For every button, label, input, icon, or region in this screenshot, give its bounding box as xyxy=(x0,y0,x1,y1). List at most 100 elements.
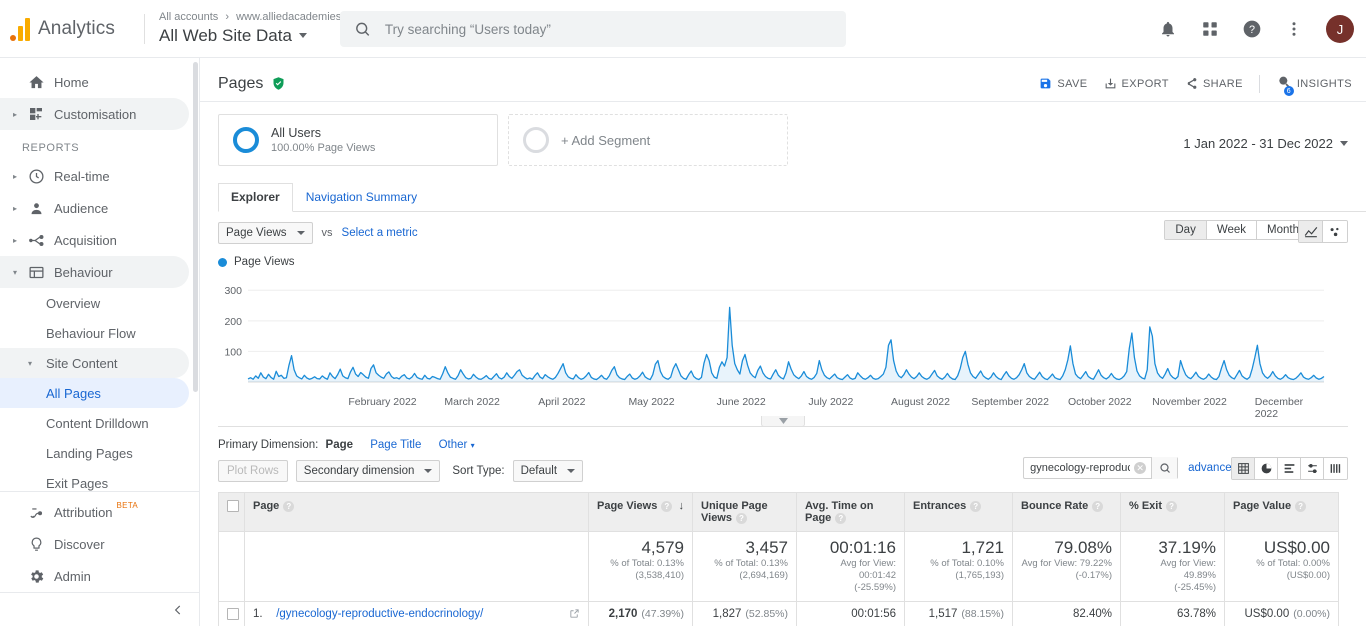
column-unique-page-views[interactable]: Unique Page Views? xyxy=(692,492,797,532)
share-button[interactable]: SHARE xyxy=(1185,77,1243,90)
sidebar-item-site-content[interactable]: ▾ Site Content xyxy=(0,348,189,378)
analytics-logo[interactable]: Analytics xyxy=(0,17,140,41)
pivot-view-icon[interactable] xyxy=(1324,458,1347,479)
dimension-page[interactable]: Page xyxy=(326,439,354,451)
insights-label: INSIGHTS xyxy=(1296,77,1352,90)
granularity-week[interactable]: Week xyxy=(1206,221,1258,239)
export-button[interactable]: EXPORT xyxy=(1104,77,1169,90)
sort-type-selector[interactable]: Default xyxy=(512,460,584,482)
account-selector[interactable]: All accounts › www.alliedacademies.o... … xyxy=(159,11,360,46)
sort-type-label: Sort Type: xyxy=(452,465,505,477)
sidebar-collapse-button[interactable] xyxy=(0,592,199,626)
sidebar-item-attribution[interactable]: Attribution BETA xyxy=(0,496,189,528)
chevron-right-icon[interactable]: ▸ xyxy=(8,172,22,181)
sidebar-item-landing-pages[interactable]: Landing Pages xyxy=(0,438,189,468)
table-row[interactable]: 1. /gynecology-reproductive-endocrinolog… xyxy=(218,600,1339,626)
insights-button[interactable]: 6 INSIGHTS xyxy=(1276,74,1352,96)
column-page[interactable]: Page? xyxy=(244,492,589,532)
tab-explorer[interactable]: Explorer xyxy=(218,183,293,212)
sidebar-item-audience[interactable]: ▸ Audience xyxy=(0,192,189,224)
granularity-day[interactable]: Day xyxy=(1165,221,1207,239)
sidebar-item-exit-pages[interactable]: Exit Pages xyxy=(0,468,189,491)
search-input[interactable] xyxy=(384,21,832,37)
column-bounce-rate[interactable]: Bounce Rate? xyxy=(1012,492,1121,532)
close-icon[interactable]: ✕ xyxy=(1134,462,1147,474)
sidebar-item-overview[interactable]: Overview xyxy=(0,288,189,318)
column-entrances[interactable]: Entrances? xyxy=(904,492,1013,532)
column-avg-time-on-page[interactable]: Avg. Time on Page? xyxy=(796,492,905,532)
sidebar-item-discover[interactable]: Discover xyxy=(0,528,189,560)
table-view-icon[interactable] xyxy=(1232,458,1255,479)
sidebar-item-all-pages[interactable]: All Pages xyxy=(0,378,189,408)
more-vert-icon[interactable] xyxy=(1282,17,1306,41)
sidebar-item-acquisition[interactable]: ▸ Acquisition xyxy=(0,224,189,256)
row-checkbox[interactable] xyxy=(227,607,239,620)
date-range-picker[interactable]: 1 Jan 2022 - 31 Dec 2022 xyxy=(1183,136,1348,151)
row-exit-percent: 63.78% xyxy=(1120,600,1225,626)
chevron-right-icon[interactable]: ▸ xyxy=(8,236,22,245)
scatter-chart-icon[interactable] xyxy=(1323,221,1347,242)
x-tick-label: April 2022 xyxy=(538,396,586,408)
metric-selector[interactable]: Page Views xyxy=(218,222,313,244)
table-search-input[interactable] xyxy=(1024,462,1135,474)
table-search-box[interactable]: ✕ xyxy=(1023,457,1179,479)
select-all-checkbox[interactable] xyxy=(227,500,239,512)
select-metric-link[interactable]: Select a metric xyxy=(342,227,418,239)
avatar[interactable]: J xyxy=(1326,15,1354,43)
bell-icon[interactable] xyxy=(1156,17,1180,41)
chart-expand-handle[interactable] xyxy=(761,416,805,427)
svg-text:200: 200 xyxy=(224,316,242,328)
sidebar-item-behaviour-flow[interactable]: Behaviour Flow xyxy=(0,318,189,348)
save-icon xyxy=(1040,78,1051,89)
row-page-link[interactable]: /gynecology-reproductive-endocrinology/ xyxy=(276,608,483,620)
sidebar-item-label: Acquisition xyxy=(54,232,117,248)
dimension-other[interactable]: Other ▾ xyxy=(439,439,475,451)
segment-all-users[interactable]: All Users 100.00% Page Views xyxy=(218,114,498,166)
select-all-cell[interactable] xyxy=(218,492,245,532)
sidebar-item-admin[interactable]: Admin xyxy=(0,560,189,592)
help-icon[interactable]: ? xyxy=(1240,17,1264,41)
plot-rows-button[interactable]: Plot Rows xyxy=(218,460,288,482)
apps-grid-icon[interactable] xyxy=(1198,17,1222,41)
sidebar-item-home[interactable]: Home xyxy=(0,66,189,98)
help-icon[interactable]: ? xyxy=(1295,500,1307,512)
sidebar-item-real-time[interactable]: ▸ Real-time xyxy=(0,160,189,192)
help-icon[interactable]: ? xyxy=(1166,500,1178,512)
performance-view-icon[interactable] xyxy=(1278,458,1301,479)
chevron-down-icon[interactable]: ▾ xyxy=(8,268,22,277)
chart-type-group xyxy=(1298,220,1348,243)
sidebar-scrollbar[interactable] xyxy=(193,62,198,392)
chevron-down-icon[interactable]: ▾ xyxy=(28,359,42,368)
tab-navigation-summary[interactable]: Navigation Summary xyxy=(293,183,430,212)
column-exit-percent[interactable]: % Exit? xyxy=(1120,492,1225,532)
summary-page-cell xyxy=(244,531,589,602)
dimension-page-title[interactable]: Page Title xyxy=(370,439,421,451)
search-icon[interactable] xyxy=(1151,457,1178,479)
help-icon[interactable]: ? xyxy=(1092,500,1104,512)
add-segment-button[interactable]: + Add Segment xyxy=(508,114,788,166)
sidebar-item-content-drilldown[interactable]: Content Drilldown xyxy=(0,408,189,438)
sidebar-item-label: Discover xyxy=(54,536,105,552)
sidebar-item-behaviour[interactable]: ▾ Behaviour xyxy=(0,256,189,288)
sidebar-item-label: Customisation xyxy=(54,106,137,122)
view-title[interactable]: All Web Site Data xyxy=(159,25,360,46)
chevron-right-icon[interactable]: ▸ xyxy=(8,110,22,119)
line-chart-icon[interactable] xyxy=(1299,221,1323,242)
help-icon[interactable]: ? xyxy=(283,500,295,512)
save-button[interactable]: SAVE xyxy=(1039,77,1087,90)
column-page-views[interactable]: ↓ Page Views? xyxy=(588,492,693,532)
sidebar-item-customisation[interactable]: ▸ Customisation xyxy=(0,98,189,130)
help-icon[interactable]: ? xyxy=(661,500,673,512)
help-icon[interactable]: ? xyxy=(736,512,747,524)
page-views-chart[interactable]: 100 200 300 xyxy=(218,274,1328,396)
pie-view-icon[interactable] xyxy=(1255,458,1278,479)
help-icon[interactable]: ? xyxy=(970,500,982,512)
global-search[interactable] xyxy=(340,11,846,47)
row-checkbox-cell[interactable] xyxy=(218,600,245,626)
comparison-view-icon[interactable] xyxy=(1301,458,1324,479)
column-page-value[interactable]: Page Value? xyxy=(1224,492,1339,532)
open-external-icon[interactable] xyxy=(569,608,580,622)
chevron-right-icon[interactable]: ▸ xyxy=(8,204,22,213)
secondary-dimension-selector[interactable]: Secondary dimension xyxy=(295,460,441,482)
help-icon[interactable]: ? xyxy=(835,512,847,524)
